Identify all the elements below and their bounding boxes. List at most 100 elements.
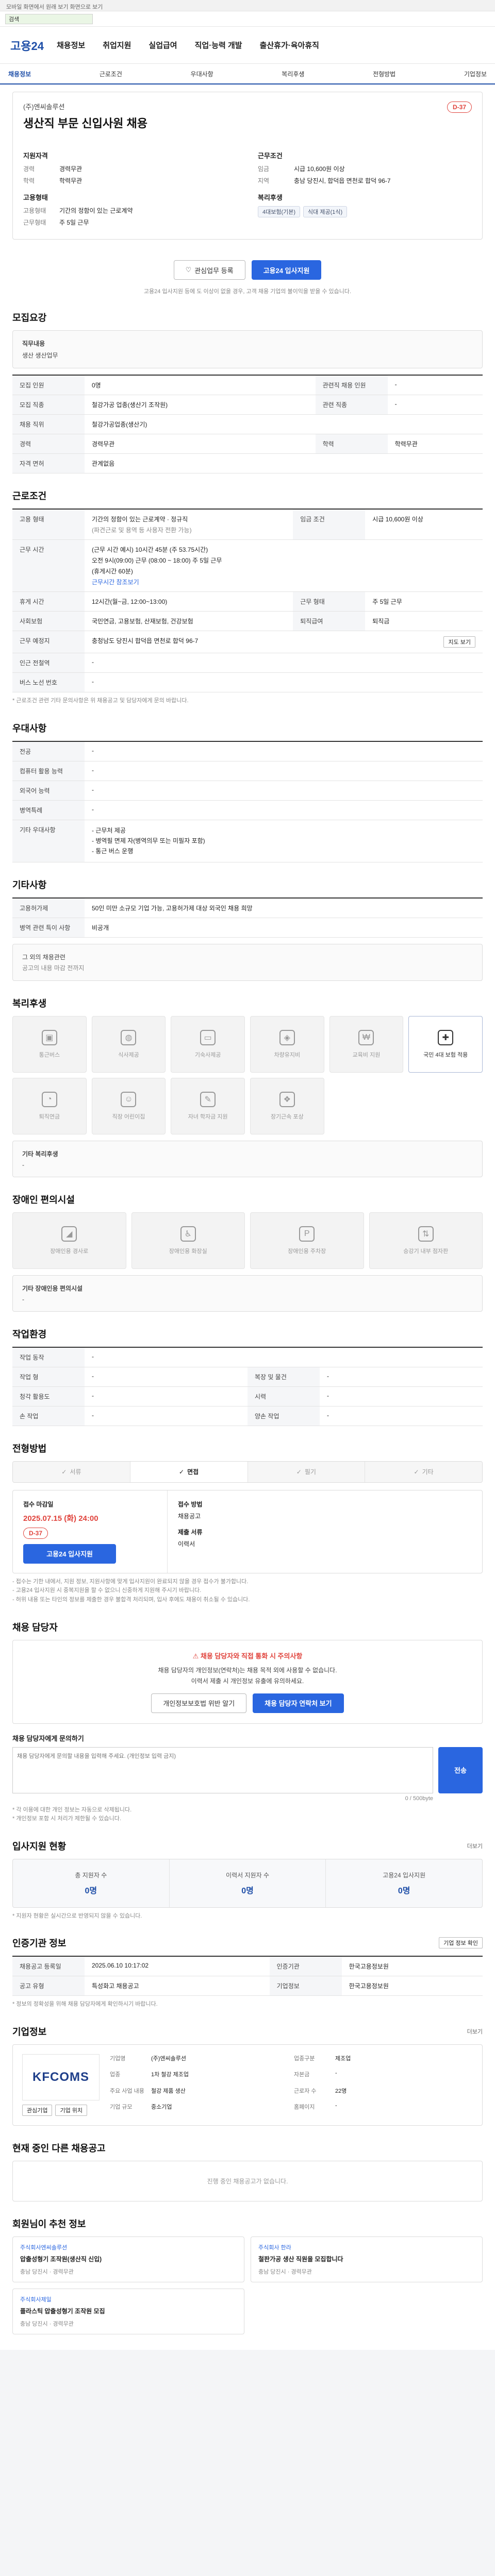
table-row: 기타 우대사항 - 근무처 제공 - 병역필 면제 자(병역의무 또는 미필자 포… [12, 820, 483, 862]
table-value: - [320, 1406, 483, 1426]
recommend-card[interactable]: 주식회사 한라 철판가공 생산 직원을 모집합니다 충남 당진시 · 경력무관 [251, 2236, 483, 2282]
company-more-link[interactable]: 더보기 [467, 2027, 483, 2036]
tab-company[interactable]: 기업정보 [464, 70, 487, 78]
apply-box: 접수 마감일 2025.07.15 (화) 24:00 D-37 고용24 입사… [12, 1489, 483, 1573]
work-time-link[interactable]: 근무시간 참조보기 [92, 578, 475, 586]
qualification-label: 지원자격 [23, 152, 48, 160]
nav-item-leave[interactable]: 출산휴가·육아휴직 [260, 40, 319, 50]
nav-item-jobs[interactable]: 채용정보 [57, 40, 85, 50]
table-key: 자격 면허 [12, 453, 85, 473]
table-row: 손 작업 - 양손 작업 - [12, 1406, 483, 1426]
search-input[interactable] [5, 13, 93, 24]
table-value: - [85, 1367, 248, 1387]
nav-item-unemployment[interactable]: 실업급여 [148, 40, 177, 50]
truck-icon: ▣ [41, 1029, 57, 1045]
welfare-item-label: 국민 4대 보험 적용 [423, 1052, 468, 1058]
stat-online: 고용24 입사지원 0명 [326, 1859, 482, 1907]
table-row: 병역 관련 특이 사항 비공개 [12, 918, 483, 938]
tab-welfare[interactable]: 복리후생 [282, 70, 304, 78]
privacy-law-button[interactable]: 개인정보보호법 위반 알기 [151, 1693, 247, 1713]
recommend-company: 주식회사제일 [20, 2296, 52, 2303]
welfare-item: ◍ 식사제공 [91, 1015, 166, 1073]
recommend-card[interactable]: 주식회사제일 플라스틱 압출성형기 조작원 모집 충남 당진시 · 경력무관 [12, 2288, 244, 2334]
work-heading: 근로조건 [12, 491, 47, 501]
company-key: 홈페이지 [294, 2104, 315, 2111]
table-value: - [85, 741, 483, 761]
career-value: 경력무관 [59, 165, 82, 173]
tab-recruit[interactable]: 채용정보 [8, 70, 31, 78]
recommend-title: 압출성형기 조작원(생산직 신입) [20, 2255, 102, 2263]
disability-item: P 장애인용 주차장 [250, 1212, 364, 1269]
nav-item-support[interactable]: 취업지원 [103, 40, 131, 50]
detail-tabs: 채용정보 근로조건 우대사항 복리후생 전형방법 기업정보 [0, 64, 495, 84]
stat-value: 0명 [85, 1886, 97, 1895]
disability-item-label: 장애인용 화장실 [169, 1248, 207, 1255]
process-step-label: 기타 [422, 1468, 434, 1476]
stat-label: 고용24 입사지원 [383, 1871, 426, 1879]
loc-value: 충남 당진시, 합덕읍 면천로 합덕 96-7 [294, 177, 391, 184]
work-table: 고용 형태 기간의 정함이 있는 근로계약 · 정규직 (파견근로 및 용역 등 … [12, 509, 483, 692]
table-key: 시력 [248, 1386, 320, 1406]
check-icon: ✓ [414, 1468, 419, 1476]
apply-button[interactable]: 고용24 입사지원 [251, 260, 322, 280]
tab-process[interactable]: 전형방법 [373, 70, 395, 78]
recommend-list: 주식회사엔씨솔루션 압출성형기 조작원(생산직 신입) 충남 당진시 · 경력무… [12, 2236, 483, 2334]
company-interest-button[interactable]: 관심기업 [22, 2104, 53, 2116]
company-key: 기업명 [110, 2055, 126, 2062]
process-apply-button[interactable]: 고용24 입사지원 [23, 1544, 116, 1564]
table-row: 청각 활용도 - 시력 - [12, 1386, 483, 1406]
company-value: - [335, 2070, 337, 2077]
process-section: 전형방법 ✓ 서류 ✓ 면접 ✓ 필기 ✓ 기타 접수 마감일 2025.07.15 (화) … [12, 1442, 483, 1605]
table-key: 경력 [12, 434, 85, 454]
company-name[interactable]: (주)엔씨솔루션 [23, 101, 147, 111]
process-notes: - 접수는 기한 내에서, 지원 정보, 지원사항에 맞게 입사지원이 완료되지… [12, 1578, 483, 1605]
career-key: 경력 [23, 165, 35, 173]
inquiry-count: 0 / 500byte [405, 1795, 433, 1802]
etc-contact-title[interactable]: 그 외의 채용관련 [22, 953, 473, 961]
send-button[interactable]: 전송 [438, 1747, 483, 1793]
tab-preference[interactable]: 우대사항 [191, 70, 213, 78]
table-key: 퇴직급여 [293, 611, 366, 631]
header: 고용24 채용정보 취업지원 실업급여 직업·능력 개발 출산휴가·육아휴직 [0, 27, 495, 64]
tab-conditions[interactable]: 근로조건 [100, 70, 122, 78]
etc-contact-box: 그 외의 채용관련 공고의 내용 마감 전까지 [12, 943, 483, 981]
inquiry-textarea[interactable] [12, 1747, 433, 1793]
check-icon: ✓ [61, 1468, 67, 1476]
process-step-label: 면접 [187, 1468, 199, 1476]
welfare-item-label: 식사제공 [118, 1052, 139, 1058]
table-value: 관계없음 [85, 453, 483, 473]
table-value: 0명 [85, 375, 316, 395]
recommend-section: 회원님이 추천 정보 주식회사엔씨솔루션 압출성형기 조작원(생산직 신입) 충… [12, 2217, 483, 2334]
show-contact-button[interactable]: 채용 담당자 연락처 보기 [253, 1693, 344, 1713]
interest-button[interactable]: ♡ 관심업무 등록 [173, 260, 245, 280]
table-key: 관련직 채용 인원 [315, 375, 388, 395]
info-check-button[interactable]: 기업 정보 확인 [439, 1937, 483, 1949]
recommend-heading: 회원님이 추천 정보 [12, 2218, 86, 2229]
recommend-card[interactable]: 주식회사엔씨솔루션 압출성형기 조작원(생산직 신입) 충남 당진시 · 경력무… [12, 2236, 244, 2282]
recommend-title: 플라스틱 압출성형기 조작원 모집 [20, 2307, 105, 2315]
welfare-other-box: 기타 복리후생 - [12, 1140, 483, 1177]
table-value: - [85, 1406, 248, 1426]
table-row: 채용 직위 철강가공업종(생산기) [12, 414, 483, 434]
map-button[interactable]: 지도 보기 [443, 636, 475, 648]
contact-desc-2: 이력서 제출 시 개인정보 유출에 유의하세요. [191, 1677, 304, 1685]
welfare-item-label: 기숙사제공 [194, 1052, 221, 1058]
applicants-more-link[interactable]: 더보기 [467, 1842, 483, 1850]
contact-warning-text: 채용 담당자와 직접 통화 시 주의사항 [200, 1652, 303, 1660]
company-map-button[interactable]: 기업 위치 [55, 2104, 88, 2116]
site-logo[interactable]: 고용24 [10, 37, 57, 54]
table-key: 모집 직종 [12, 395, 85, 415]
edu-key: 학력 [23, 177, 35, 184]
contact-warning: ⚠ 채용 담당자와 직접 통화 시 주의사항 [23, 1651, 472, 1660]
nav-item-training[interactable]: 직업·능력 개발 [195, 40, 242, 50]
insurance-icon: ✚ [438, 1029, 454, 1045]
table-key: 인근 전철역 [12, 653, 85, 673]
disability-item-label: 장애인용 경사로 [50, 1248, 89, 1255]
welfare-chips: 4대보험(기본) 식대 제공(1식) [258, 206, 472, 217]
table-value: - [85, 761, 483, 781]
table-row: 모집 인원 0명 관련직 채용 인원 - [12, 375, 483, 395]
mobile-notice[interactable]: 모바일 화면에서 원래 보기 화면으로 보기 [0, 0, 495, 11]
table-row: 작업 동작 - [12, 1347, 483, 1367]
welfare-other-label: 기타 복리후생 [22, 1150, 58, 1158]
conditions-label: 근무조건 [258, 152, 283, 160]
